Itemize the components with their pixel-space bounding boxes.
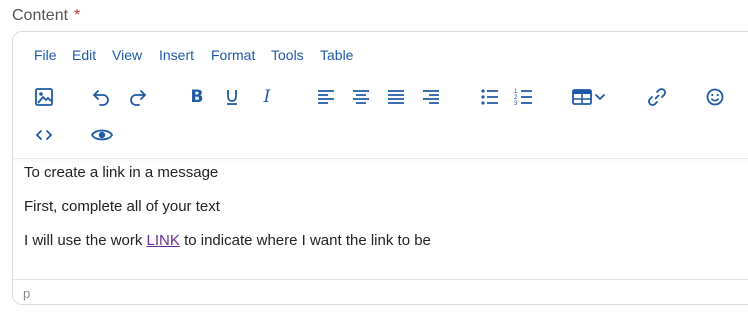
content-paragraph: To create a link in a message [24,164,219,181]
menu-insert[interactable]: Insert [159,47,194,63]
menu-view[interactable]: View [112,47,142,63]
align-center-icon[interactable] [349,85,373,109]
preview-icon[interactable] [90,123,114,147]
text-after-link: to indicate where I want the link to be [179,232,431,249]
required-marker: * [74,7,81,24]
bullet-list-icon[interactable] [478,85,502,109]
menu-table[interactable]: Table [320,47,353,63]
menu-tools[interactable]: Tools [271,47,304,63]
underline-icon[interactable] [220,85,244,109]
link-icon[interactable] [645,85,669,109]
align-left-icon[interactable] [314,85,338,109]
undo-icon[interactable] [89,85,113,109]
menu-format[interactable]: Format [211,47,255,63]
menu-edit[interactable]: Edit [72,47,96,63]
editor-content-area[interactable]: To create a link in a message First, com… [24,165,431,267]
toolbar-divider [13,158,748,159]
editor-toolbar-row-1: B I 123 [13,78,748,116]
content-label-text: Content [12,7,69,24]
editor-statusbar: p [13,279,748,304]
content-paragraph: First, complete all of your text [24,198,220,215]
inline-link[interactable]: LINK [147,232,180,249]
table-icon[interactable] [571,85,611,109]
image-icon[interactable] [32,85,56,109]
editor-toolbar-row-2 [13,118,748,156]
text-before-link: I will use the work [24,232,147,249]
element-path[interactable]: p [23,286,30,301]
content-paragraph: I will use the work LINK to indicate whe… [24,233,431,249]
italic-icon[interactable]: I [255,85,279,109]
menu-file[interactable]: File [34,47,57,63]
content-field-label: Content * [12,7,80,25]
code-icon[interactable] [32,123,56,147]
editor-menubar: File Edit View Insert Format Tools Table [13,32,748,78]
emoji-icon[interactable] [703,85,727,109]
rich-text-editor: File Edit View Insert Format Tools Table… [12,31,748,305]
bold-icon[interactable]: B [185,85,209,109]
svg-text:3: 3 [514,101,518,107]
redo-icon[interactable] [126,85,150,109]
align-justify-icon[interactable] [384,85,408,109]
align-right-icon[interactable] [419,85,443,109]
numbered-list-icon[interactable]: 123 [512,85,536,109]
